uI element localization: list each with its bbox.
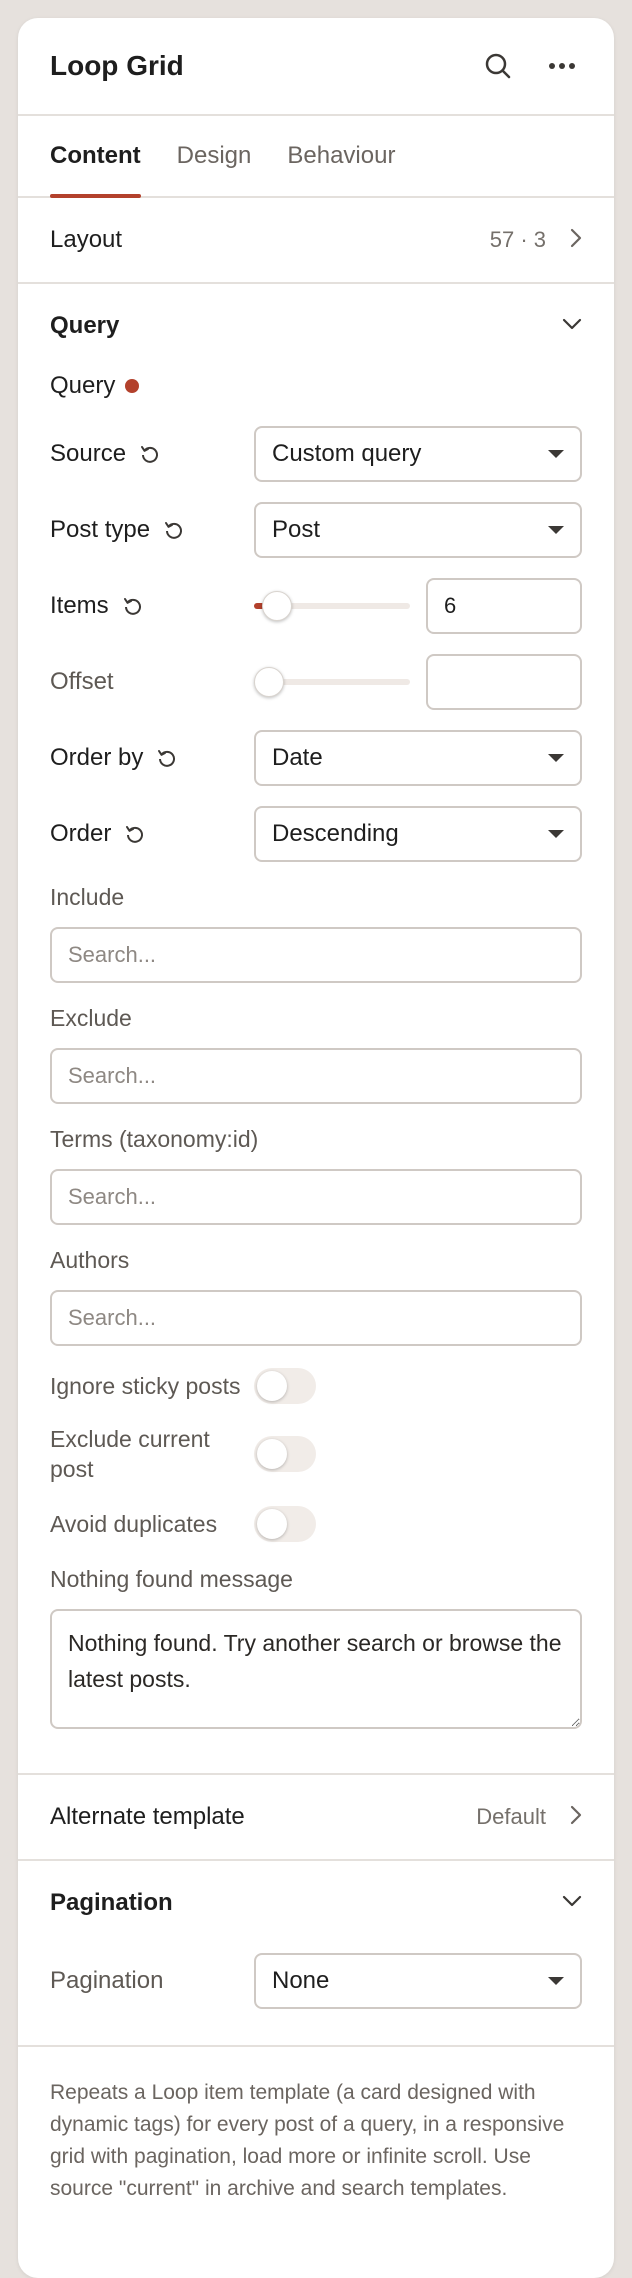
query-section-header[interactable]: Query [18,284,614,368]
layout-label: Layout [50,226,123,253]
query-subheading: Query [18,364,614,408]
offset-input[interactable] [426,654,582,710]
exclude-current-label: Exclude current post [50,1426,210,1482]
reset-icon[interactable] [121,594,145,618]
reset-icon[interactable] [138,442,162,466]
ignore-sticky-toggle[interactable] [254,1368,316,1404]
post-type-row: Post type Post [18,502,614,558]
alternate-template-row[interactable]: Alternate template Default [18,1775,614,1861]
chevron-down-icon [562,1894,582,1912]
tab-design[interactable]: Design [177,116,252,196]
authors-search-input[interactable] [50,1290,582,1346]
order-by-row: Order by Date [18,730,614,786]
offset-slider-thumb[interactable] [254,667,284,697]
source-row: Source Custom query [18,426,614,482]
chevron-right-icon [570,1805,582,1830]
exclude-label: Exclude [50,1005,132,1031]
modified-indicator-icon [125,379,140,393]
pagination-section-title: Pagination [50,1889,173,1916]
caret-down-icon [548,1977,564,1985]
query-subtitle: Query [50,372,116,399]
more-options-icon[interactable] [542,46,582,86]
items-input[interactable] [426,578,582,634]
offset-row: Offset [18,654,614,710]
avoid-duplicates-label: Avoid duplicates [50,1511,218,1537]
terms-label: Terms (taxonomy:id) [50,1126,259,1152]
order-select[interactable]: Descending [254,806,582,862]
pagination-label: Pagination [50,1967,164,1994]
pagination-section-header[interactable]: Pagination [18,1861,614,1945]
tab-content[interactable]: Content [50,116,141,198]
search-icon[interactable] [478,46,518,86]
panel-title: Loop Grid [50,50,184,81]
include-search-input[interactable] [50,927,582,983]
chevron-down-icon [562,317,582,335]
order-by-select[interactable]: Date [254,730,582,786]
terms-search-input[interactable] [50,1169,582,1225]
exclude-search-input[interactable] [50,1048,582,1104]
exclude-current-toggle[interactable] [254,1436,316,1472]
layout-row[interactable]: Layout 57 · 3 [18,198,614,284]
nothing-found-label: Nothing found message [50,1566,293,1592]
caret-down-icon [548,754,564,762]
panel-header: Loop Grid [18,18,614,116]
order-row: Order Descending [18,806,614,862]
ignore-sticky-row: Ignore sticky posts [18,1368,614,1404]
items-slider-thumb[interactable] [262,591,292,621]
caret-down-icon [548,450,564,458]
widget-description: Repeats a Loop item template (a card des… [50,2081,565,2200]
source-label: Source [50,440,127,467]
order-label: Order [50,820,112,847]
reset-icon[interactable] [123,822,147,846]
post-type-select[interactable]: Post [254,502,582,558]
avoid-duplicates-toggle[interactable] [254,1506,316,1542]
include-label: Include [50,884,125,910]
offset-slider[interactable] [254,654,410,710]
offset-label: Offset [50,668,114,695]
pagination-row: Pagination None [18,1953,614,2009]
exclude-current-row: Exclude current post [18,1424,614,1484]
panel-tabs: Content Design Behaviour [18,116,614,198]
alternate-template-value: Default [476,1804,546,1829]
source-select[interactable]: Custom query [254,426,582,482]
items-row: Items [18,578,614,634]
reset-icon[interactable] [162,518,186,542]
post-type-label: Post type [50,516,151,543]
items-label: Items [50,592,109,619]
avoid-duplicates-row: Avoid duplicates [18,1506,614,1542]
layout-value: 57 · 3 [489,227,546,252]
tab-behaviour[interactable]: Behaviour [287,116,395,196]
order-by-label: Order by [50,744,144,771]
query-section-title: Query [50,312,120,339]
reset-icon[interactable] [155,746,179,770]
caret-down-icon [548,526,564,534]
pagination-select[interactable]: None [254,1953,582,2009]
items-slider[interactable] [254,578,410,634]
nothing-found-textarea[interactable] [50,1609,582,1729]
authors-label: Authors [50,1247,130,1273]
alternate-template-label: Alternate template [50,1803,245,1830]
chevron-right-icon [570,228,582,253]
caret-down-icon [548,830,564,838]
loop-grid-panel: Loop Grid Content Design Behaviour Layou… [18,18,614,2278]
ignore-sticky-label: Ignore sticky posts [50,1373,241,1399]
